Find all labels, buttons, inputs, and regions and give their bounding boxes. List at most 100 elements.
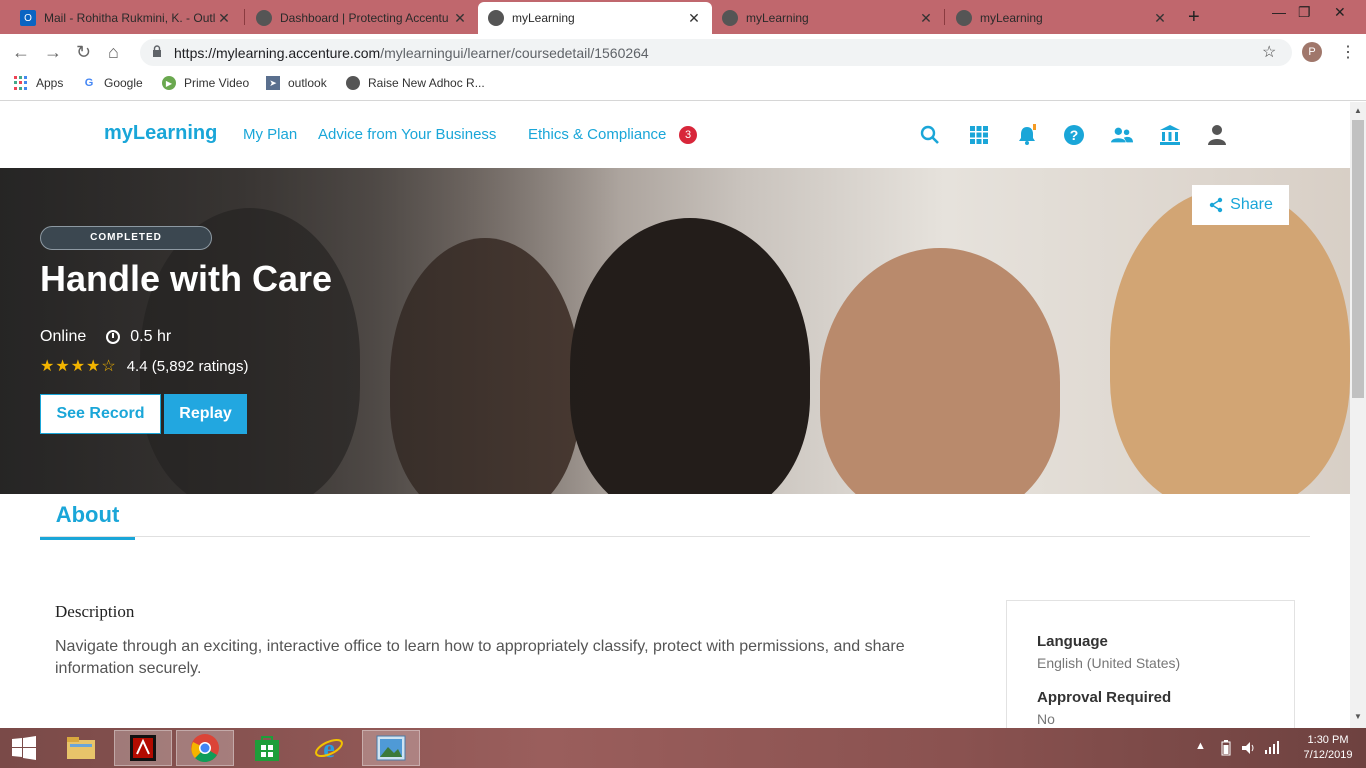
scroll-down-icon[interactable]: ▼ (1354, 712, 1362, 721)
approval-value: No (1037, 711, 1055, 727)
forward-icon[interactable]: → (44, 42, 62, 63)
clock-time: 1:30 PM (1307, 734, 1349, 746)
tab-label: myLearning (980, 11, 1043, 25)
close-icon[interactable]: ✕ (686, 10, 702, 27)
share-button[interactable]: Share (1192, 185, 1289, 225)
tab-label: myLearning (746, 11, 809, 25)
apps-grid-icon[interactable] (968, 124, 990, 146)
close-icon[interactable]: ✕ (918, 10, 934, 27)
tray-expand-icon[interactable]: ▲ (1195, 740, 1206, 752)
send-icon: ➤ (266, 76, 280, 90)
hero-photo-figure (820, 248, 1060, 494)
menu-icon[interactable]: ⋮ (1340, 42, 1356, 62)
tab-mylearning-active[interactable]: myLearning ✕ (478, 2, 712, 34)
language-value: English (United States) (1037, 655, 1181, 671)
share-icon (1209, 197, 1223, 213)
tab-separator (244, 9, 245, 25)
notifications-bell-icon[interactable] (1016, 124, 1038, 146)
back-icon[interactable]: ← (12, 42, 30, 63)
volume-icon[interactable] (1241, 740, 1257, 759)
close-icon[interactable]: ✕ (452, 10, 468, 27)
windows-start-icon[interactable] (0, 730, 48, 766)
nav-my-plan[interactable]: My Plan (243, 126, 297, 143)
nav-advice-from-business[interactable]: Advice from Your Business (318, 126, 496, 143)
clock-icon (106, 330, 121, 344)
globe-icon (488, 10, 504, 26)
minimize-icon[interactable]: — (1272, 4, 1286, 20)
restore-icon[interactable]: ❐ (1298, 4, 1311, 21)
page-scrollbar[interactable]: ▲ ▼ (1350, 102, 1366, 728)
tab-label: Mail - Rohitha Rukmini, K. - Outl (44, 11, 216, 25)
url-text: https://mylearning.accenture.com/mylearn… (174, 45, 649, 61)
close-icon[interactable]: ✕ (1152, 10, 1168, 27)
close-icon[interactable]: ✕ (216, 10, 232, 27)
course-hero-banner: COMPLETED Handle with Care Online 0.5 hr… (0, 168, 1350, 494)
google-icon: G (84, 77, 94, 89)
store-icon[interactable] (238, 730, 296, 766)
lock-icon (153, 45, 161, 57)
tab-separator (944, 9, 945, 25)
clock-date: 7/12/2019 (1303, 749, 1353, 761)
bookmark-label: outlook (288, 76, 327, 90)
rating-text: 4.4 (5,892 ratings) (126, 357, 249, 375)
rating-stars-icon: ★★★★☆ (40, 358, 117, 375)
reload-icon[interactable]: ↻ (76, 42, 91, 63)
network-signal-icon[interactable] (1264, 740, 1280, 757)
bookmark-outlook[interactable]: ➤ outlook (266, 76, 327, 90)
scroll-up-icon[interactable]: ▲ (1354, 106, 1362, 115)
tab-about[interactable]: About (40, 502, 135, 540)
bookmark-google[interactable]: G Google (82, 76, 143, 90)
hero-photo-figure (1110, 188, 1350, 494)
share-label: Share (1230, 196, 1273, 213)
course-format: Online (40, 328, 87, 345)
globe-icon (256, 10, 272, 26)
description-heading: Description (55, 602, 135, 621)
new-tab-button[interactable]: + (1188, 6, 1200, 29)
home-icon[interactable]: ⌂ (108, 42, 119, 63)
bookmark-label: Google (104, 76, 143, 90)
bookmark-prime-video[interactable]: ▶ Prime Video (162, 76, 249, 90)
page-viewport: myLearning My Plan Advice from Your Busi… (0, 102, 1350, 728)
globe-icon (956, 10, 972, 26)
file-explorer-icon[interactable] (52, 730, 110, 766)
url-host: https://mylearning.accenture.com (174, 45, 381, 61)
status-badge: COMPLETED (40, 226, 212, 250)
page-title: Handle with Care (40, 258, 333, 299)
play-icon: ▶ (162, 76, 176, 90)
replay-button[interactable]: Replay (164, 394, 247, 434)
course-rating: ★★★★☆ 4.4 (5,892 ratings) (40, 356, 248, 376)
bookmark-star-icon[interactable]: ☆ (1262, 42, 1276, 62)
battery-icon[interactable] (1221, 740, 1231, 759)
window-close-icon[interactable]: ✕ (1334, 4, 1346, 21)
photo-viewer-icon[interactable] (362, 730, 420, 766)
bookmark-apps[interactable]: Apps (14, 76, 63, 90)
system-clock[interactable]: 1:30 PM 7/12/2019 (1296, 733, 1360, 763)
nav-ethics-compliance[interactable]: Ethics & Compliance (528, 126, 666, 143)
approval-label: Approval Required (1037, 689, 1172, 706)
globe-icon (346, 76, 360, 90)
profile-icon[interactable] (1206, 124, 1228, 146)
tab-mail[interactable]: O Mail - Rohitha Rukmini, K. - Outl ✕ (10, 2, 242, 34)
help-icon[interactable]: ? (1063, 124, 1085, 146)
acrobat-icon[interactable] (114, 730, 172, 766)
course-details-card: Language English (United States) Approva… (1006, 600, 1295, 728)
tab-mylearning[interactable]: myLearning ✕ (946, 2, 1178, 34)
tab-dashboard[interactable]: Dashboard | Protecting Accentu ✕ (246, 2, 478, 34)
browser-tab-strip: O Mail - Rohitha Rukmini, K. - Outl ✕ Da… (0, 0, 1366, 34)
url-input[interactable]: https://mylearning.accenture.com/mylearn… (140, 39, 1292, 66)
internet-explorer-icon[interactable]: e (300, 730, 358, 766)
bookmark-raise-adhoc[interactable]: Raise New Adhoc R... (346, 76, 485, 90)
institution-icon[interactable] (1159, 124, 1181, 146)
people-icon[interactable] (1111, 124, 1133, 146)
notification-badge: 3 (679, 126, 697, 144)
scroll-thumb[interactable] (1352, 120, 1364, 398)
brand-logo[interactable]: myLearning (104, 122, 217, 145)
url-path: /mylearningui/learner/coursedetail/15602… (380, 45, 649, 61)
tab-mylearning[interactable]: myLearning ✕ (712, 2, 944, 34)
avatar[interactable]: P (1302, 42, 1322, 62)
course-meta: Online 0.5 hr (40, 328, 171, 346)
svg-text:?: ? (1070, 127, 1079, 143)
chrome-icon[interactable] (176, 730, 234, 766)
see-record-button[interactable]: See Record (40, 394, 161, 434)
search-icon[interactable] (919, 124, 941, 146)
